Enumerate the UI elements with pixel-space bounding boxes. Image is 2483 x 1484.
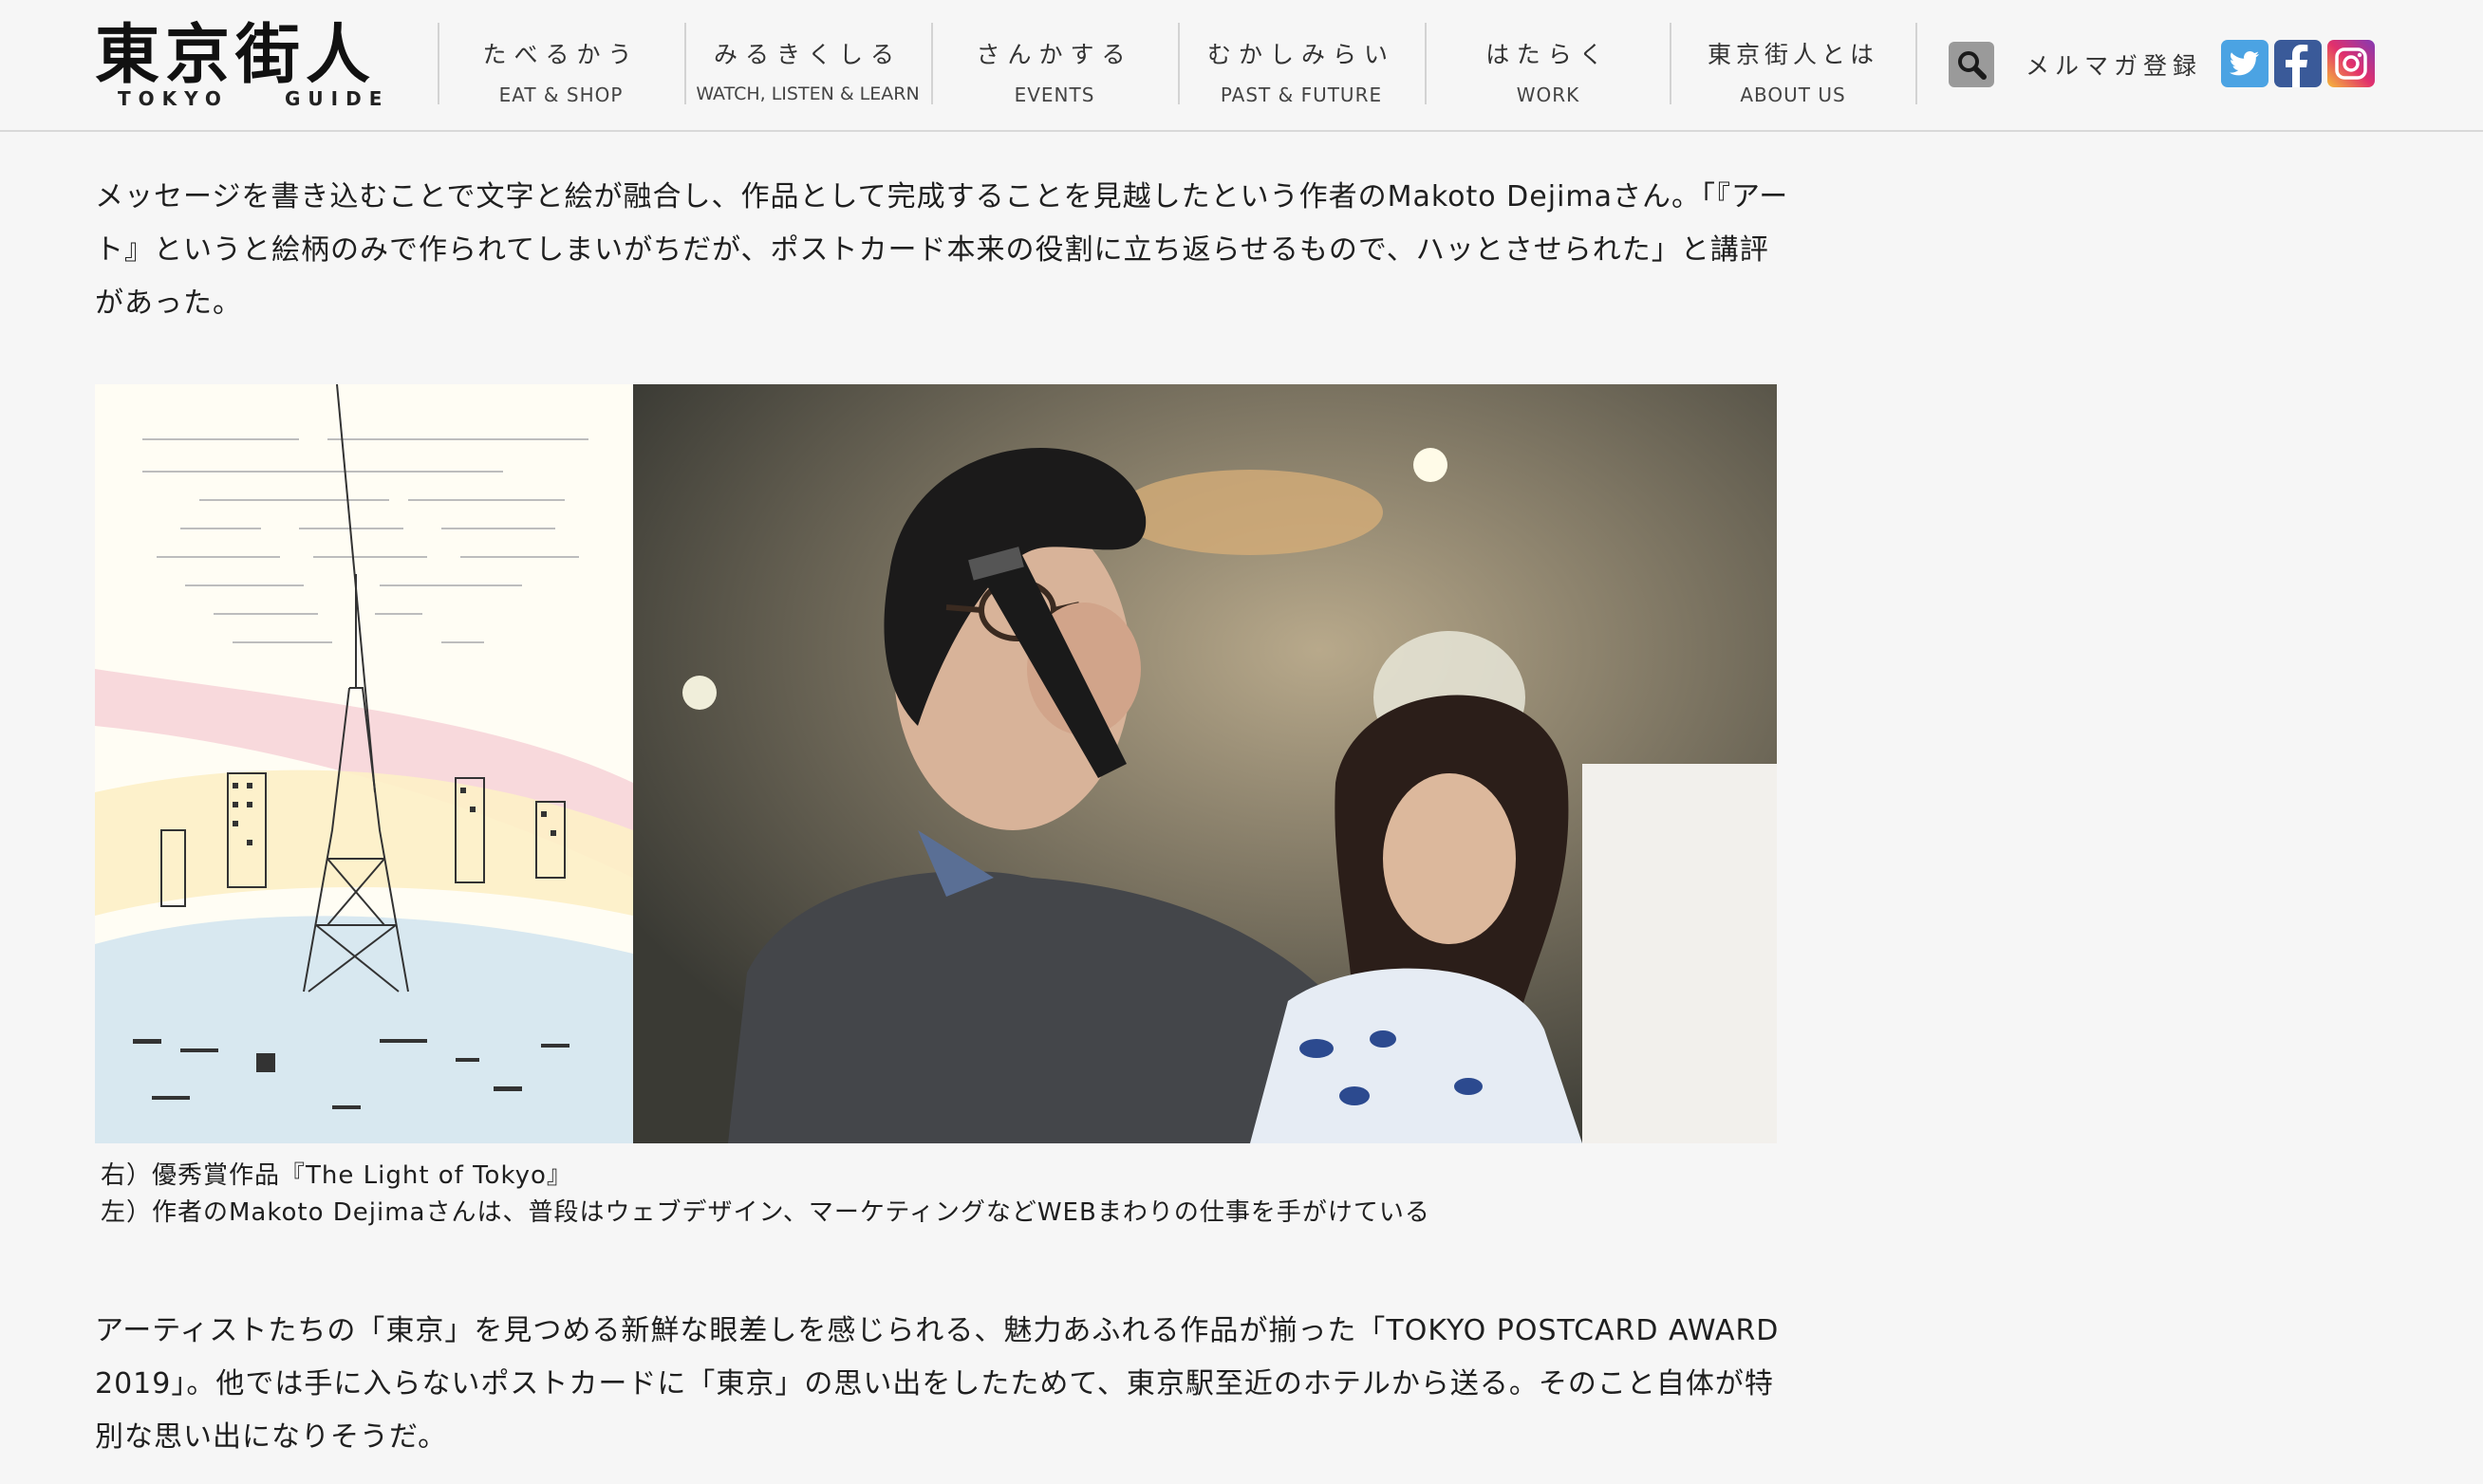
newsletter-signup-link[interactable]: メルマガ登録 <box>2026 47 2202 82</box>
nav-item-label-jp: たべるかう <box>482 41 640 68</box>
tokyo-tower-illustration <box>95 384 633 1143</box>
twitter-link[interactable] <box>2221 40 2268 87</box>
site-logo[interactable]: 東京街人 TOKYO GUIDE <box>95 17 408 110</box>
article-paragraph: メッセージを書き込むことで文字と絵が融合し、作品として完成することを見越したとい… <box>95 180 1789 320</box>
instagram-icon <box>2335 47 2367 80</box>
logo-subtitle-guide: GUIDE <box>285 87 390 110</box>
artist-speaking-photo <box>633 384 1777 1143</box>
site-header: 東京街人 TOKYO GUIDE たべるかう EAT & SHOP みるきくしる… <box>0 0 2483 132</box>
postcard-artwork-image <box>95 384 633 1143</box>
search-icon <box>1958 51 1987 80</box>
nav-item-about-us[interactable]: 東京街人とは ABOUT US <box>1671 0 1914 128</box>
nav-item-label-jp: みるきくしる <box>713 41 902 68</box>
nav-item-label-en: EAT & SHOP <box>498 83 624 106</box>
nav-item-label-jp: さんかする <box>976 41 1133 68</box>
twitter-icon <box>2230 50 2259 76</box>
nav-item-label-jp: 東京街人とは <box>1707 41 1878 68</box>
figure-caption-left: 左）作者のMakoto Dejimaさんは、普段はウェブデザイン、マーケティング… <box>101 1198 1430 1227</box>
facebook-icon <box>2286 45 2308 87</box>
nav-divider <box>1915 23 1917 104</box>
nav-item-watch-listen-learn[interactable]: みるきくしる WATCH, LISTEN & LEARN <box>686 0 929 128</box>
nav-item-past-future[interactable]: むかしみらい PAST & FUTURE <box>1180 0 1423 128</box>
search-button[interactable] <box>1949 42 1994 87</box>
facebook-link[interactable] <box>2274 40 2322 87</box>
article-figure <box>95 384 1777 1143</box>
nav-item-work[interactable]: はたらく WORK <box>1427 0 1670 128</box>
nav-item-label-en: PAST & FUTURE <box>1220 83 1383 106</box>
figure-caption-right: 右）優秀賞作品『The Light of Tokyo』 <box>101 1161 572 1190</box>
nav-item-label-en: WORK <box>1516 83 1580 106</box>
logo-title: 東京街人 <box>95 17 377 93</box>
nav-item-label-en: ABOUT US <box>1740 83 1846 106</box>
instagram-link[interactable] <box>2327 40 2375 87</box>
nav-item-label-jp: むかしみらい <box>1206 41 1395 68</box>
nav-item-label-en: WATCH, LISTEN & LEARN <box>696 83 920 104</box>
artist-photo <box>633 384 1777 1143</box>
nav-item-label-jp: はたらく <box>1485 41 1611 68</box>
article-paragraph: アーティストたちの「東京」を見つめる新鮮な眼差しを感じられる、魅力あふれる作品が… <box>95 1314 1780 1454</box>
nav-item-events[interactable]: さんかする EVENTS <box>933 0 1176 128</box>
logo-subtitle-tokyo: TOKYO <box>118 87 229 110</box>
nav-item-label-en: EVENTS <box>1014 83 1095 106</box>
nav-item-eat-shop[interactable]: たべるかう EAT & SHOP <box>439 0 682 128</box>
